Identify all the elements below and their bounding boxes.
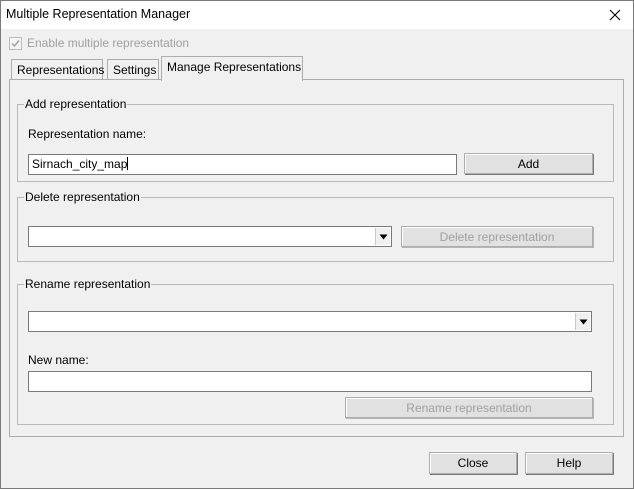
checkbox-box — [9, 36, 22, 50]
close-button[interactable]: Close — [429, 452, 517, 474]
dialog-window: Multiple Representation Manager Enable m… — [0, 0, 634, 489]
delete-representation-group: Delete representation Delete representat… — [17, 190, 614, 262]
delete-representation-select[interactable] — [28, 226, 392, 247]
delete-dropdown-arrow[interactable] — [375, 228, 390, 245]
add-representation-group: Add representation Representation name: … — [17, 97, 614, 182]
add-button[interactable]: Add — [464, 153, 593, 174]
rename-representation-group: Rename representation New name: Rename r… — [17, 277, 614, 425]
title-bar: Multiple Representation Manager — [1, 1, 633, 29]
text-caret — [127, 157, 129, 170]
window-title: Multiple Representation Manager — [6, 7, 191, 21]
add-representation-legend: Add representation — [25, 97, 127, 111]
tab-representations[interactable]: Representations — [11, 59, 104, 80]
representation-name-input[interactable]: Sirnach_city_map — [28, 154, 457, 175]
close-icon — [609, 9, 621, 21]
new-name-input[interactable] — [28, 371, 592, 392]
chevron-down-icon — [579, 319, 587, 324]
close-window-button[interactable] — [597, 1, 633, 29]
tab-settings[interactable]: Settings — [107, 59, 159, 80]
tab-manage-representations[interactable]: Manage Representations — [161, 56, 303, 81]
rename-representation-select[interactable] — [28, 311, 592, 332]
chevron-down-icon — [379, 234, 387, 239]
enable-multiple-representation-label: Enable multiple representation — [27, 36, 190, 50]
rename-representation-legend: Rename representation — [25, 277, 151, 291]
manage-representations-panel: Add representation Representation name: … — [9, 79, 624, 437]
representation-name-value: Sirnach_city_map — [32, 157, 128, 171]
representation-name-label: Representation name: — [28, 127, 147, 141]
delete-representation-legend: Delete representation — [25, 190, 140, 204]
delete-representation-button[interactable]: Delete representation — [401, 226, 593, 247]
rename-representation-button[interactable]: Rename representation — [345, 397, 593, 418]
enable-multiple-representation-checkbox[interactable]: Enable multiple representation — [9, 36, 189, 50]
help-button[interactable]: Help — [525, 452, 613, 474]
rename-dropdown-arrow[interactable] — [575, 313, 590, 330]
new-name-label: New name: — [28, 353, 89, 367]
checkmark-icon — [11, 39, 20, 47]
